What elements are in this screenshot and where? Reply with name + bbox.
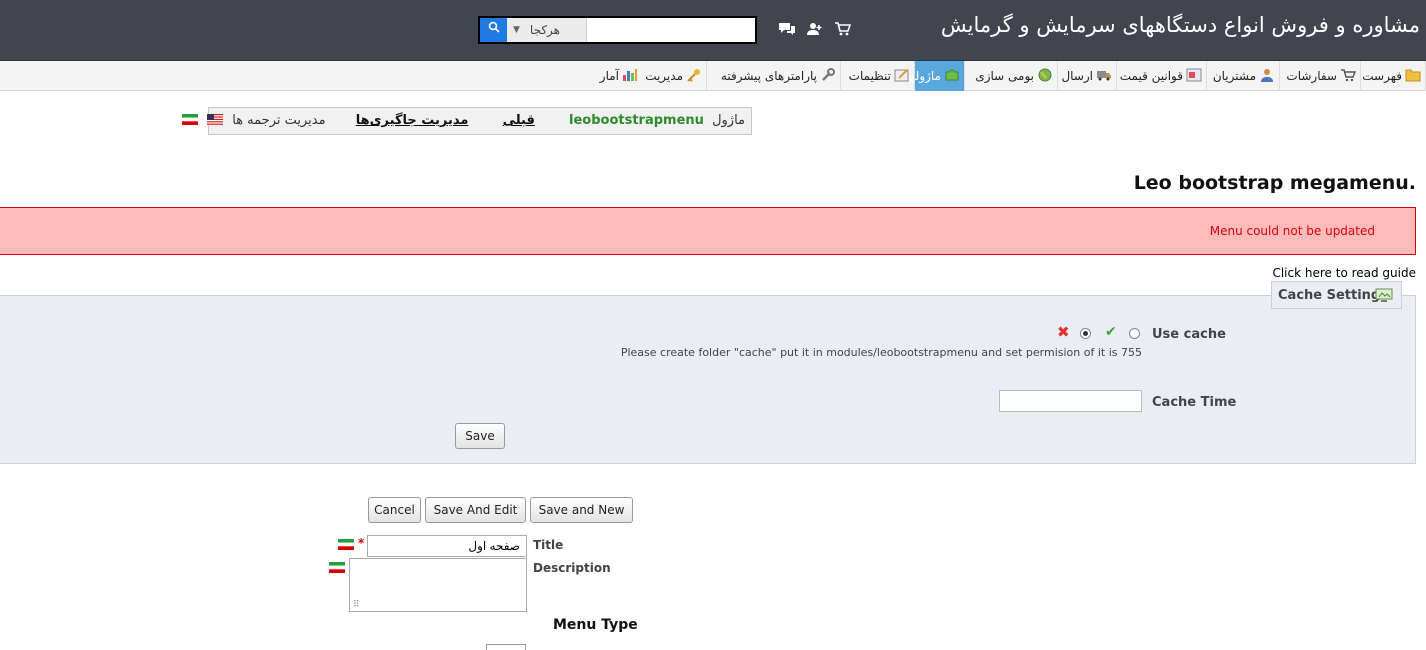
check-icon: ✔ — [1105, 324, 1117, 340]
cancel-button[interactable]: Cancel — [368, 497, 421, 523]
module-label: ماژول — [712, 113, 745, 128]
top-header: مشاوره و فروش انواع دستگاههای سرمایش و گ… — [0, 0, 1426, 61]
iran-flag-icon[interactable] — [329, 562, 345, 573]
error-banner: Menu could not be updated — [0, 207, 1416, 255]
tab-label: سفارشات — [1286, 69, 1337, 83]
required-mark: * — [358, 536, 365, 550]
tab-label: قوانین قیمت — [1119, 69, 1183, 83]
tab-stats[interactable]: آمار — [596, 61, 642, 91]
tab-label: آمار — [599, 69, 619, 83]
cart-icon[interactable] — [833, 20, 852, 38]
cache-settings-legend: Cache Setting — [1271, 281, 1402, 309]
search-icon — [488, 21, 500, 33]
iran-flag-icon[interactable] — [181, 109, 198, 125]
cart-icon — [1340, 63, 1357, 82]
price-rules-icon — [1186, 63, 1202, 82]
tab-label: تنظیمات — [848, 69, 891, 83]
search-button[interactable] — [480, 18, 507, 42]
tab-customers[interactable]: مشتریان — [1207, 61, 1280, 91]
cache-time-label: Cache Time — [1152, 395, 1237, 410]
tab-label: فهرست — [1362, 69, 1402, 83]
tab-label: ارسال — [1061, 69, 1093, 83]
description-textarea[interactable]: ⠿ — [349, 558, 527, 612]
users-icon[interactable] — [806, 20, 824, 38]
read-guide-link[interactable]: Click here to read guide — [1272, 266, 1416, 280]
wrench-icon — [820, 63, 836, 81]
puzzle-icon — [944, 63, 960, 81]
tab-catalog[interactable]: فهرست — [1361, 61, 1426, 91]
use-cache-label: Use cache — [1152, 327, 1226, 342]
tab-shipping[interactable]: ارسال — [1058, 61, 1117, 91]
tab-label: پارامترهای پیشرفته — [720, 69, 817, 83]
monitor-icon — [1375, 287, 1393, 303]
translations-label: مدیریت ترجمه ها — [232, 113, 326, 128]
cache-hint: Please create folder "cache" put it in m… — [620, 346, 1142, 359]
page-title: Leo bootstrap megamenu. — [1133, 172, 1416, 194]
tab-localization[interactable]: بومی سازی — [965, 61, 1058, 91]
use-cache-yes-radio[interactable] — [1129, 328, 1140, 339]
search-scope-label: هرکجا — [529, 23, 560, 37]
tab-price-rules[interactable]: قوانین قیمت — [1117, 61, 1207, 91]
module-name: leobootstrapmenu — [569, 113, 704, 128]
main-tab-bar: فهرست سفارشات مشتریان قوانین قیمت ارسال … — [0, 61, 1426, 91]
description-label: Description — [533, 561, 611, 575]
chat-icon[interactable] — [778, 20, 796, 38]
tab-label: بومی سازی — [975, 69, 1034, 83]
us-flag-icon[interactable] — [207, 109, 224, 125]
title-label: Title — [533, 538, 564, 552]
truck-icon — [1096, 63, 1112, 81]
tab-orders[interactable]: سفارشات — [1280, 61, 1361, 91]
cache-time-input[interactable] — [999, 390, 1142, 412]
settings-icon — [894, 63, 910, 82]
chevron-down-icon: ▼ — [513, 25, 520, 35]
error-message: Menu could not be updated — [1209, 224, 1375, 238]
folder-icon — [1405, 63, 1421, 82]
menu-type-select[interactable] — [486, 644, 526, 650]
stats-icon — [622, 63, 638, 81]
menu-type-heading: Menu Type — [553, 617, 638, 633]
search-scope-dropdown[interactable]: ▼ هرکجا — [507, 18, 587, 42]
tab-administration[interactable]: مدیریت — [642, 61, 707, 91]
key-icon — [686, 63, 702, 82]
user-icon — [1259, 63, 1275, 82]
iran-flag-icon[interactable] — [338, 539, 354, 550]
tab-label: مشتریان — [1212, 69, 1256, 83]
legend-label: Cache Setting — [1278, 288, 1381, 303]
back-link[interactable]: قبلی — [503, 113, 535, 128]
globe-icon — [1037, 63, 1053, 82]
search-box: ▼ هرکجا — [478, 16, 757, 44]
save-and-edit-button[interactable]: Save And Edit — [425, 497, 526, 523]
site-title[interactable]: مشاوره و فروش انواع دستگاههای سرمایش و گ… — [941, 13, 1420, 37]
tab-label: مدیریت — [645, 69, 683, 83]
tab-advanced-parameters[interactable]: پارامترهای پیشرفته — [707, 61, 841, 91]
save-cache-button[interactable]: Save — [455, 423, 505, 449]
save-and-new-button[interactable]: Save and New — [530, 497, 633, 523]
title-field[interactable] — [367, 535, 527, 557]
module-toolbar: ماژول leobootstrapmenu قبلی مدیریت جاگیر… — [181, 107, 752, 135]
cross-icon: ✖ — [1057, 323, 1070, 341]
cache-settings-panel — [0, 295, 1416, 464]
search-input[interactable] — [588, 18, 755, 42]
resize-grip-icon[interactable]: ⠿ — [353, 600, 360, 610]
manage-hooks-link[interactable]: مدیریت جاگیری‌ها — [356, 113, 469, 128]
tab-modules[interactable]: ماژولها — [906, 61, 965, 91]
tab-preferences[interactable]: تنظیمات — [841, 61, 915, 91]
use-cache-no-radio[interactable] — [1080, 328, 1091, 339]
